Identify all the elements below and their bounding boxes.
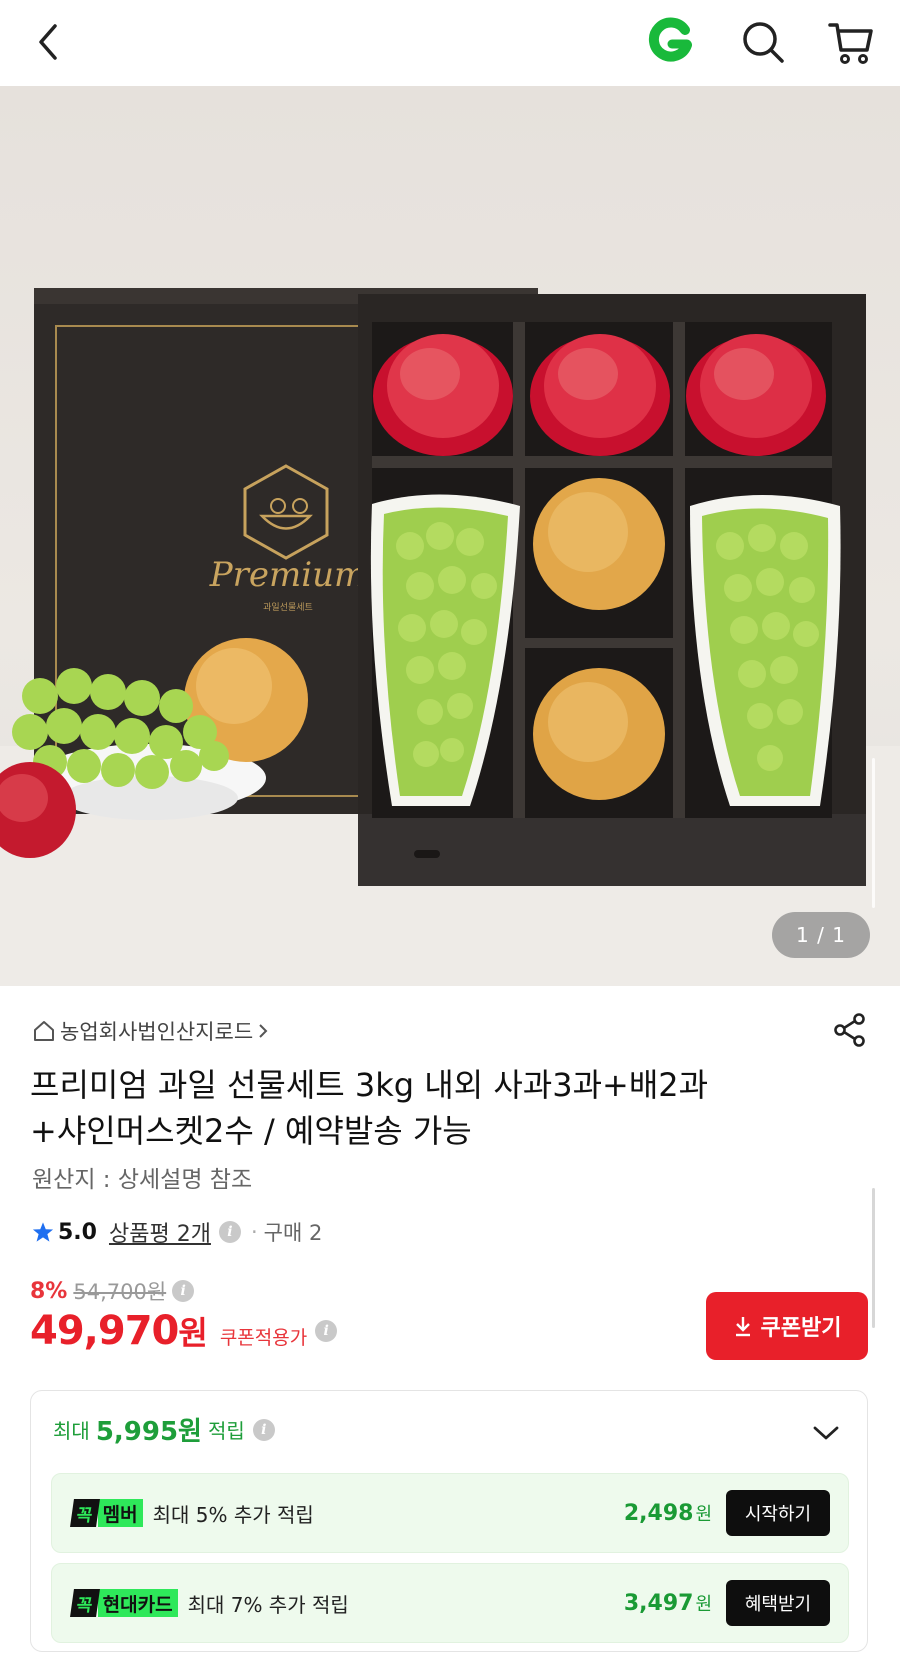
reward-panel: 최대 5,995원 적립 i 꼭 멤버 최대 5% 추가 적립 2,498 원 시… [30, 1390, 868, 1652]
benefit-row-member: 꼭 멤버 최대 5% 추가 적립 2,498 원 시작하기 [51, 1473, 849, 1553]
benefit-amount-unit: 원 [695, 1594, 712, 1615]
benefit-row-card: 꼭 현대카드 최대 7% 추가 적립 3,497 원 혜택받기 [51, 1563, 849, 1643]
purchase-count: 구매 2 [263, 1221, 323, 1245]
g-logo-icon [648, 17, 692, 62]
cart-icon [828, 23, 873, 64]
benefit-amount: 2,498 원 [624, 1500, 712, 1526]
chevron-right-icon [259, 1024, 268, 1038]
search-button[interactable] [735, 14, 791, 70]
image-counter: 1 / 1 [772, 912, 870, 958]
product-photo: Premium 과일선물세트 [0, 288, 900, 986]
cart-button[interactable] [823, 14, 879, 70]
product-title-line2: +샤인머스켓2수 / 예약발송 가능 [30, 1112, 472, 1150]
start-membership-button[interactable]: 시작하기 [726, 1490, 830, 1536]
rating-score: 5.0 [58, 1219, 97, 1245]
card-badge: 꼭 현대카드 [70, 1588, 178, 1618]
gallery-scroll-indicator [872, 758, 875, 908]
benefit-amount-value: 2,498 [623, 1501, 694, 1526]
rating-row: 5.0 상품평 2개 i · 구매 2 [32, 1216, 322, 1248]
price-unit: 원 [178, 1314, 208, 1352]
badge-prefix: 꼭 [70, 1589, 100, 1617]
get-card-benefit-button[interactable]: 혜택받기 [726, 1580, 830, 1626]
chevron-left-icon [39, 24, 57, 60]
product-title-line1: 프리미엄 과일 선물세트 3kg 내외 사과3과+배2과 [30, 1066, 709, 1104]
info-icon[interactable]: i [252, 1418, 275, 1441]
benefit-description: 최대 5% 추가 적립 [152, 1502, 314, 1527]
info-icon[interactable]: i [172, 1280, 195, 1302]
original-price: 54,700원 [73, 1280, 167, 1304]
apples [373, 334, 826, 456]
seller-name: 농업회사법인산지로드 [60, 1020, 254, 1044]
discount-rate: 8% [30, 1278, 68, 1304]
share-button[interactable] [826, 1006, 874, 1054]
badge-prefix: 꼭 [70, 1499, 100, 1527]
badge-name: 현대카드 [97, 1589, 178, 1617]
reward-prefix: 최대 [53, 1419, 90, 1443]
get-coupon-button[interactable]: 쿠폰받기 [706, 1292, 868, 1360]
share-icon [834, 1013, 865, 1047]
reward-summary: 최대 5,995원 적립 i [53, 1411, 275, 1448]
sale-price: 49,970 [30, 1308, 179, 1354]
back-button[interactable] [24, 18, 72, 66]
reviews-link[interactable]: 상품평 2개 [109, 1216, 211, 1248]
box-brand-text: Premium [209, 555, 367, 595]
original-price-row: 8% 54,700원 i [30, 1276, 195, 1306]
benefit-description: 최대 7% 추가 적립 [187, 1592, 349, 1617]
get-coupon-label: 쿠폰받기 [760, 1316, 842, 1341]
origin-info: 원산지 : 상세설명 참조 [32, 1167, 253, 1193]
chevron-down-icon [813, 1426, 839, 1440]
reward-amount: 5,995원 [95, 1417, 202, 1447]
coupon-price-label: 쿠폰적용가 [219, 1327, 308, 1349]
seller-link[interactable]: 농업회사법인산지로드 [32, 1016, 269, 1046]
separator-dot: · [250, 1220, 258, 1244]
benefit-amount-value: 3,497 [623, 1591, 694, 1616]
store-home-icon [34, 1021, 54, 1041]
badge-name: 멤버 [97, 1499, 143, 1527]
info-icon[interactable]: i [218, 1221, 241, 1243]
search-icon [743, 22, 784, 63]
benefit-amount-unit: 원 [695, 1504, 712, 1525]
top-bar [0, 0, 900, 86]
member-badge: 꼭 멤버 [70, 1498, 143, 1528]
product-title: 프리미엄 과일 선물세트 3kg 내외 사과3과+배2과 +샤인머스켓2수 / … [30, 1062, 830, 1154]
price-row: 49,970 원 쿠폰적용가 i [30, 1308, 338, 1354]
product-image-gallery[interactable]: Premium 과일선물세트 1 / 1 [0, 86, 900, 986]
box-subtitle-text: 과일선물세트 [263, 602, 313, 613]
reward-suffix: 적립 [207, 1419, 245, 1443]
expand-rewards-button[interactable] [806, 1413, 846, 1453]
info-icon[interactable]: i [315, 1320, 338, 1342]
star-icon [32, 1222, 54, 1242]
page-scroll-indicator [872, 1188, 875, 1328]
gmarket-logo-button[interactable] [642, 14, 698, 70]
benefit-amount: 3,497 원 [624, 1590, 712, 1616]
download-icon [735, 1317, 750, 1337]
